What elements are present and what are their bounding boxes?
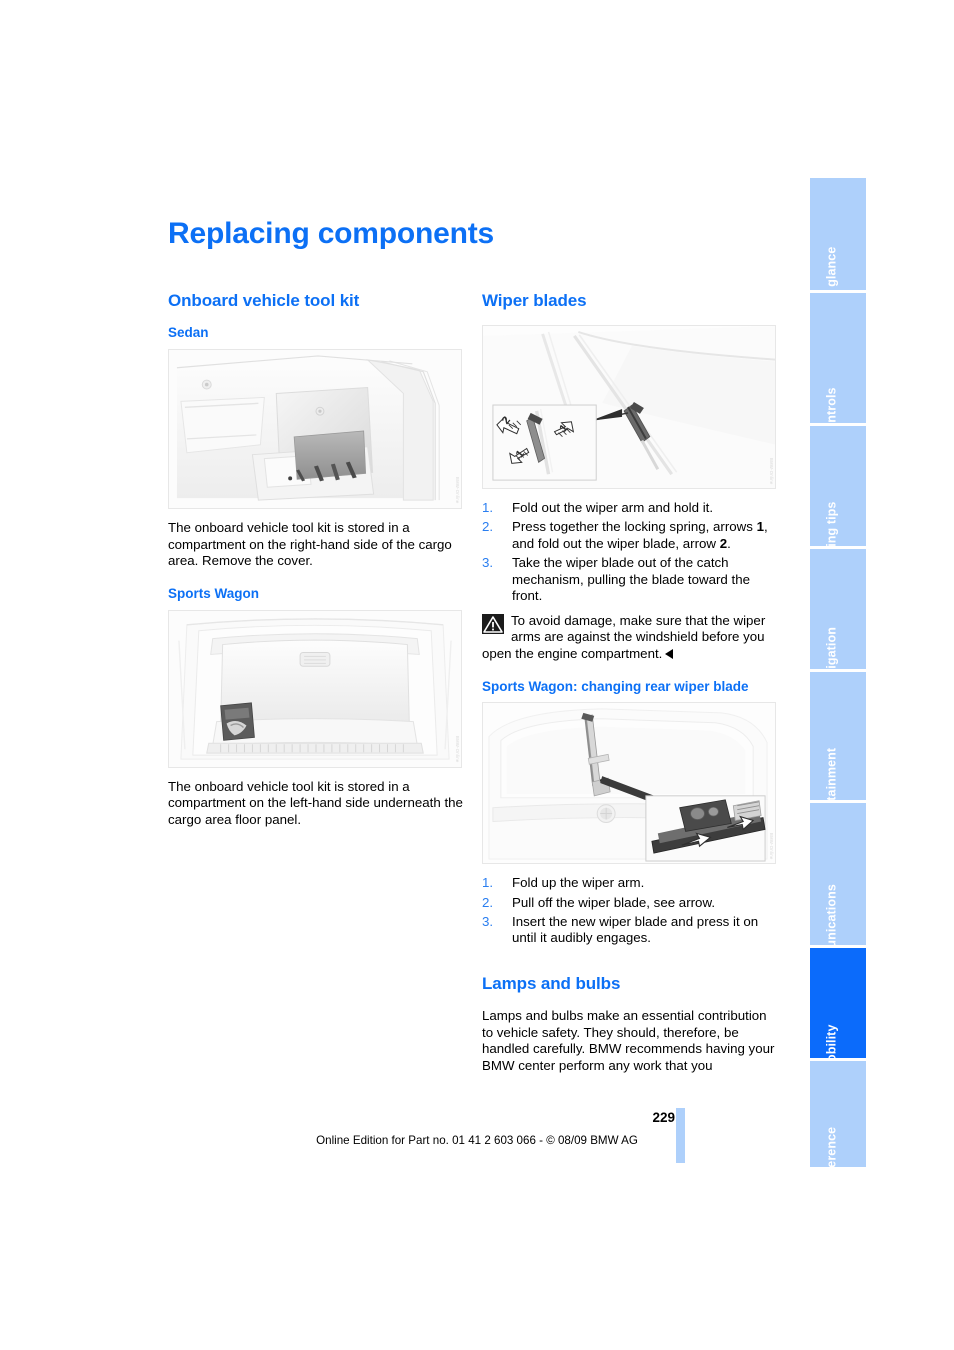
step-text-part: Press together the locking spring, arrow… [512,519,757,535]
page-title: Replacing components [168,217,495,250]
body-text-sports-wagon: The onboard vehicle tool kit is stored i… [168,778,463,827]
tab-communications[interactable]: Communications [810,803,866,986]
warning-note: To avoid damage, make sure that the wipe… [482,613,778,663]
list-item: 3. Insert the new wiper blade and press … [482,914,778,947]
figure-watermark: BMW-Online [455,477,460,505]
figure-sports-wagon-cargo: BMW-Online [168,609,462,768]
step-text-part: . [727,535,731,551]
tab-controls[interactable]: Controls [810,293,866,439]
step-number: 1. [482,500,494,516]
steps-list-rear-wiper: 1. Fold up the wiper arm. 2. Pull off th… [482,875,778,946]
subsection-heading-sports-wagon: Sports Wagon [168,585,259,601]
tab-navigation[interactable]: Navigation [810,549,866,691]
figure-windshield-wiper: 2 1 1 BMW-Online [482,325,776,490]
figure-rear-wiper: BMW-Online [482,702,776,865]
section-heading-onboard-tool-kit: Onboard vehicle tool kit [168,291,360,310]
page-number: 229 [652,1110,675,1125]
section-heading-wiper-blades: Wiper blades [482,291,587,310]
figure-sedan-tool-kit: BMW-Online [168,349,462,510]
warning-text: To avoid damage, make sure that the wipe… [482,612,766,661]
footer-text: Online Edition for Part no. 01 41 2 603 … [316,1134,638,1147]
step-text: Fold up the wiper arm. [512,875,645,891]
step-number: 3. [482,555,494,571]
section-heading-lamps-and-bulbs: Lamps and bulbs [482,973,621,993]
list-item: 2. Pull off the wiper blade, see arrow. [482,895,778,912]
step-number: 3. [482,913,494,929]
figure-watermark: BMW-Online [455,736,460,763]
step-arrow-ref-1: 1 [756,519,765,535]
body-text-sedan: The onboard vehicle tool kit is stored i… [168,520,452,569]
step-text: Fold out the wiper arm and hold it. [512,500,714,516]
step-text: Pull off the wiper blade, see arrow. [512,894,716,910]
right-column: Wiper blades 2 1 1 BMW-Online 1. Fold ou… [482,290,778,1090]
subsection-heading-sedan: Sedan [168,325,209,341]
tab-at-a-glance[interactable]: At a glance [810,178,866,314]
steps-list-front-wiper: 1. Fold out the wiper arm and hold it. 2… [482,500,778,605]
list-item: 1. Fold out the wiper arm and hold it. [482,500,778,517]
figure-watermark: BMW-Online [769,457,774,485]
figure-watermark: BMW-Online [769,832,774,860]
subsection-heading-rear-wiper: Sports Wagon: changing rear wiper blade [482,678,749,694]
body-text-lamps: Lamps and bulbs make an essential contri… [482,1008,775,1073]
tab-mobility[interactable]: Mobility [810,948,866,1072]
tab-driving-tips[interactable]: Driving tips [810,426,866,571]
manual-page: Replacing components Onboard vehicle too… [0,0,954,1350]
step-number: 2. [482,519,494,535]
list-item: 3. Take the wiper blade out of the catch… [482,555,778,605]
list-item: 2. Press together the locking spring, ar… [482,519,778,552]
step-text: Insert the new wiper blade and press it … [512,913,759,946]
chapter-tab-strip: At a glance Controls Driving tips Naviga… [810,178,866,1188]
step-number: 1. [482,875,494,891]
warning-triangle-icon [482,613,504,634]
list-item: 1. Fold up the wiper arm. [482,875,778,892]
end-of-note-marker [665,649,674,659]
step-arrow-ref-2: 2 [719,535,728,551]
left-column: Onboard vehicle tool kit Sedan BMW-Onlin… [168,290,464,845]
tab-entertainment[interactable]: Entertainment [810,672,866,833]
tab-reference[interactable]: Reference [810,1061,866,1188]
step-number: 2. [482,894,494,910]
step-text: Take the wiper blade out of the catch me… [512,555,751,604]
